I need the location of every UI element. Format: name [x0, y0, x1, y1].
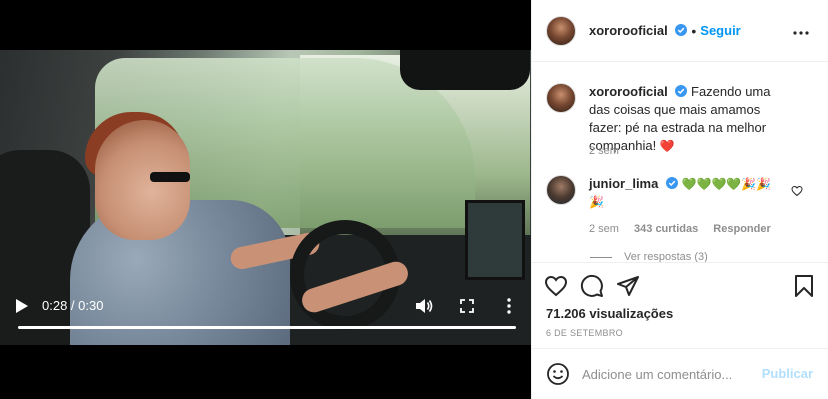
video-player[interactable]: 0:28 / 0:30	[0, 0, 531, 399]
emoji-smiley-icon[interactable]	[546, 362, 570, 386]
fullscreen-icon	[460, 299, 474, 313]
post-header: xororooficial • Seguir	[532, 0, 828, 62]
video-progress-bar[interactable]	[18, 326, 516, 329]
play-icon	[16, 299, 28, 313]
save-bookmark-icon[interactable]	[792, 274, 816, 298]
comment-input[interactable]	[582, 366, 757, 382]
volume-button[interactable]	[414, 296, 434, 316]
video-more-button[interactable]	[499, 296, 519, 316]
heart-emoji: ❤️	[659, 139, 675, 153]
video-time: 0:28 / 0:30	[42, 298, 104, 313]
header-username[interactable]: xororooficial	[589, 23, 688, 38]
separator-dot: •	[691, 22, 697, 39]
post-options-button[interactable]	[793, 22, 813, 38]
comment-username[interactable]: junior_lima	[589, 176, 658, 191]
verified-badge-icon	[675, 85, 688, 97]
comment-time[interactable]: 2 sem	[589, 223, 619, 235]
fullscreen-button[interactable]	[457, 296, 477, 316]
caption-avatar[interactable]	[546, 83, 576, 113]
video-scene-screen	[465, 200, 525, 280]
post-date[interactable]: 6 DE SETEMBRO	[546, 328, 623, 338]
verified-badge-icon	[675, 24, 688, 36]
view-replies-label[interactable]: Ver respostas (3)	[624, 251, 708, 262]
comment-text-block: junior_lima 💚💚💚💚🎉🎉🎉	[589, 175, 785, 211]
view-replies[interactable]: Ver respostas (3)	[590, 251, 708, 262]
avatar[interactable]	[546, 15, 576, 46]
add-comment-bar: Publicar	[532, 348, 828, 399]
comment-meta: 2 sem 343 curtidas Responder	[589, 223, 771, 235]
caption-time[interactable]: 2 sem	[589, 145, 619, 157]
verified-badge-icon	[665, 177, 678, 189]
comment-like-heart-icon[interactable]	[791, 185, 803, 197]
volume-icon	[416, 299, 433, 313]
header-username-text[interactable]: xororooficial	[589, 23, 668, 38]
caption-row: xororooficial Fazendo uma das coisas que…	[546, 83, 785, 155]
comment-row: junior_lima 💚💚💚💚🎉🎉🎉	[546, 175, 785, 211]
video-scene-glasses	[150, 172, 190, 182]
follow-button[interactable]: Seguir	[700, 23, 740, 38]
like-heart-icon[interactable]	[544, 274, 568, 298]
comment-bubble-icon[interactable]	[580, 274, 604, 298]
publish-button[interactable]: Publicar	[762, 366, 813, 381]
share-paper-plane-icon[interactable]	[616, 274, 640, 298]
caption-username[interactable]: xororooficial	[589, 84, 668, 99]
post-side-panel: xororooficial • Seguir xororooficial Faz…	[531, 0, 828, 399]
comment-avatar[interactable]	[546, 175, 576, 205]
reply-button[interactable]: Responder	[713, 223, 770, 235]
post-actions: 71.206 visualizações 6 DE SETEMBRO	[532, 264, 828, 338]
instagram-post-modal: 0:28 / 0:30 xororooficial • Seguir xoror…	[0, 0, 828, 399]
video-scene-mirror	[400, 50, 530, 90]
more-vertical-icon	[507, 298, 511, 314]
views-count[interactable]: 71.206 visualizações	[546, 306, 673, 321]
video-controls: 0:28 / 0:30	[0, 290, 531, 345]
comments-section[interactable]: xororooficial Fazendo uma das coisas que…	[532, 63, 828, 263]
replies-divider	[590, 256, 612, 258]
more-horizontal-icon	[793, 31, 809, 35]
play-button[interactable]	[12, 296, 32, 316]
comment-likes[interactable]: 343 curtidas	[634, 223, 698, 235]
